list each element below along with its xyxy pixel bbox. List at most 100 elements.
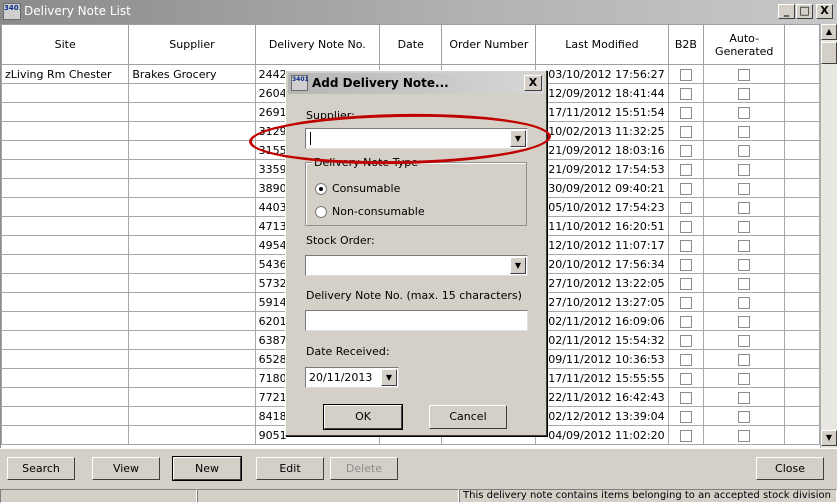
checkbox-icon[interactable]: [679, 220, 692, 233]
checkbox-icon[interactable]: [679, 391, 692, 404]
view-button[interactable]: View: [92, 457, 160, 480]
grid-vertical-scrollbar[interactable]: ▲ ▼: [820, 24, 837, 448]
search-button[interactable]: Search: [7, 457, 75, 480]
cell-site: [1, 292, 130, 312]
cell-b2b: [667, 273, 705, 293]
column-header[interactable]: Site: [1, 24, 130, 65]
cell-auto-generated: [703, 368, 786, 388]
dialog-app-icon: 3401: [291, 75, 309, 91]
checkbox-icon[interactable]: [738, 258, 751, 271]
minimize-button[interactable]: _: [778, 4, 795, 19]
new-button[interactable]: New: [172, 456, 242, 481]
checkbox-icon[interactable]: [679, 410, 692, 423]
delete-button[interactable]: Delete: [330, 457, 398, 480]
scroll-up-icon[interactable]: ▲: [821, 24, 837, 40]
checkbox-icon[interactable]: [679, 372, 692, 385]
checkbox-icon[interactable]: [679, 277, 692, 290]
cell-b2b: [667, 387, 705, 407]
cell-last-modified: 10/02/2013 11:32:25: [535, 121, 669, 141]
cell-supplier: [128, 216, 256, 236]
cell-last-modified: 27/10/2012 13:27:05: [535, 292, 669, 312]
checkbox-icon[interactable]: [679, 429, 692, 442]
dialog-title: Add Delivery Note...: [312, 76, 449, 90]
cell-site: [1, 178, 130, 198]
checkbox-icon[interactable]: [679, 353, 692, 366]
cell-b2b: [667, 330, 705, 350]
checkbox-icon[interactable]: [679, 125, 692, 138]
checkbox-icon[interactable]: [679, 106, 692, 119]
cell-last-modified: 12/10/2012 11:07:17: [535, 235, 669, 255]
checkbox-icon[interactable]: [679, 68, 692, 81]
checkbox-icon[interactable]: [738, 353, 751, 366]
checkbox-icon[interactable]: [738, 391, 751, 404]
checkbox-icon[interactable]: [679, 87, 692, 100]
checkbox-icon[interactable]: [738, 334, 751, 347]
cell-supplier: [128, 311, 256, 331]
cell-b2b: [667, 406, 705, 426]
checkbox-icon[interactable]: [679, 239, 692, 252]
ok-button[interactable]: OK: [323, 404, 403, 430]
cell-site: [1, 140, 130, 160]
checkbox-icon[interactable]: [738, 87, 751, 100]
column-header[interactable]: Date: [378, 24, 443, 65]
stock-order-combobox[interactable]: ▼: [305, 255, 528, 276]
row-filler: [784, 140, 820, 160]
column-header[interactable]: Auto-Generated: [703, 24, 786, 65]
checkbox-icon[interactable]: [679, 201, 692, 214]
checkbox-icon[interactable]: [738, 429, 751, 442]
chevron-down-icon[interactable]: ▼: [381, 369, 397, 386]
chevron-down-icon[interactable]: ▼: [510, 130, 526, 147]
radio-selected-icon[interactable]: [315, 183, 327, 195]
checkbox-icon[interactable]: [679, 144, 692, 157]
chevron-down-icon[interactable]: ▼: [510, 257, 526, 274]
checkbox-icon[interactable]: [679, 163, 692, 176]
cell-last-modified: 30/09/2012 09:40:21: [535, 178, 669, 198]
window-titlebar: 3401 Delivery Note List _ □ X: [0, 0, 837, 24]
checkbox-icon[interactable]: [738, 144, 751, 157]
checkbox-icon[interactable]: [738, 106, 751, 119]
date-received-picker[interactable]: 20/11/2013 ▼: [305, 367, 399, 388]
column-header[interactable]: B2B: [667, 24, 705, 65]
app-icon: 3401: [3, 3, 21, 20]
checkbox-icon[interactable]: [738, 220, 751, 233]
checkbox-icon[interactable]: [738, 296, 751, 309]
close-window-button[interactable]: X: [816, 4, 833, 19]
checkbox-icon[interactable]: [679, 296, 692, 309]
close-button[interactable]: Close: [756, 457, 824, 480]
scrollbar-thumb[interactable]: [821, 42, 837, 64]
cell-site: [1, 197, 130, 217]
cell-b2b: [667, 235, 705, 255]
cell-auto-generated: [703, 406, 786, 426]
supplier-combobox[interactable]: ▼: [305, 128, 528, 149]
cell-auto-generated: [703, 140, 786, 160]
cell-site: [1, 425, 130, 445]
cancel-button[interactable]: Cancel: [429, 405, 507, 429]
cell-site: [1, 121, 130, 141]
column-header[interactable]: Supplier: [128, 24, 256, 65]
edit-button[interactable]: Edit: [256, 457, 324, 480]
status-bar: This delivery note contains items belong…: [0, 488, 837, 503]
checkbox-icon[interactable]: [738, 125, 751, 138]
checkbox-icon[interactable]: [679, 182, 692, 195]
checkbox-icon[interactable]: [738, 163, 751, 176]
checkbox-icon[interactable]: [738, 68, 751, 81]
checkbox-icon[interactable]: [738, 201, 751, 214]
checkbox-icon[interactable]: [738, 372, 751, 385]
column-header[interactable]: Delivery Note No.: [254, 24, 381, 65]
cell-last-modified: 11/10/2012 16:20:51: [535, 216, 669, 236]
checkbox-icon[interactable]: [738, 410, 751, 423]
checkbox-icon[interactable]: [679, 258, 692, 271]
delivery-note-no-input[interactable]: [305, 310, 528, 331]
checkbox-icon[interactable]: [738, 239, 751, 252]
checkbox-icon[interactable]: [738, 315, 751, 328]
checkbox-icon[interactable]: [738, 277, 751, 290]
dialog-close-icon[interactable]: X: [524, 75, 542, 91]
radio-unselected-icon[interactable]: [315, 206, 327, 218]
checkbox-icon[interactable]: [679, 334, 692, 347]
checkbox-icon[interactable]: [738, 182, 751, 195]
maximize-button[interactable]: □: [796, 4, 813, 19]
column-header[interactable]: Order Number: [441, 24, 537, 65]
checkbox-icon[interactable]: [679, 315, 692, 328]
column-header[interactable]: Last Modified: [535, 24, 669, 65]
scroll-down-icon[interactable]: ▼: [821, 430, 837, 446]
